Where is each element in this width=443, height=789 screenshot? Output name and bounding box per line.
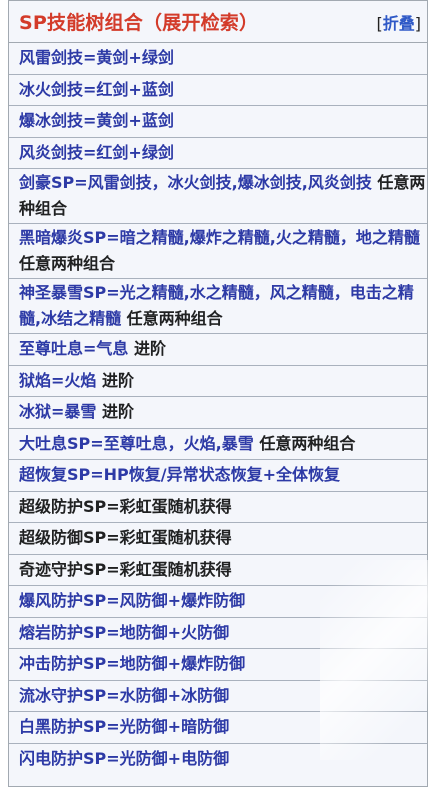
list-item[interactable]: 流冰守护SP=水防御+冰防御 [9,681,427,712]
collapse-toggle[interactable]: [折叠] [376,10,421,34]
combo-link[interactable]: 黑暗爆炎SP=暗之精髓,爆炸之精髓,火之精髓，地之精髓 [19,228,420,247]
combo-text: 神圣暴雪SP=光之精髓,水之精髓，风之精髓，电击之精髓,冰结之精髓 任意两种组合 [19,280,427,332]
combo-link[interactable]: 冲击防护SP=地防御+爆炸防御 [19,651,245,677]
list-item[interactable]: 风雷剑技=黄剑+绿剑 [9,43,427,75]
list-item[interactable]: 至尊吐息=气息 进阶 [9,334,427,366]
list-item[interactable]: 神圣暴雪SP=光之精髓,水之精髓，风之精髓，电击之精髓,冰结之精髓 任意两种组合 [9,279,427,334]
skill-combo-list: 风雷剑技=黄剑+绿剑 冰火剑技=红剑+蓝剑 爆冰剑技=黄剑+蓝剑 风炎剑技=红剑… [9,43,427,775]
combo-text: 大吐息SP=至尊吐息，火焰,暴雪 任意两种组合 [19,431,355,457]
combo-text: 奇迹守护SP=彩虹蛋随机获得 [19,559,232,579]
combo-link[interactable]: 流冰守护SP=水防御+冰防御 [19,683,229,709]
combo-note: 任意两种组合 [19,254,116,273]
panel-title: SP技能树组合（展开检索） [19,12,259,34]
list-item: 超级防护SP=彩虹蛋随机获得 [9,492,427,523]
combo-link[interactable]: 爆冰剑技=黄剑+蓝剑 [19,108,174,134]
list-item[interactable]: 黑暗爆炎SP=暗之精髓,爆炸之精髓,火之精髓，地之精髓 任意两种组合 [9,224,427,279]
combo-link[interactable]: 风雷剑技=黄剑+绿剑 [19,45,174,71]
list-item: 奇迹守护SP=彩虹蛋随机获得 [9,555,427,586]
panel-header: SP技能树组合（展开检索） [折叠] [9,1,427,43]
combo-note: 进阶 [128,339,166,359]
combo-link[interactable]: 狱焰=火焰 [19,371,96,390]
combo-text: 黑暗爆炎SP=暗之精髓,爆炸之精髓,火之精髓，地之精髓 任意两种组合 [19,225,427,277]
combo-text: 剑豪SP=风雷剑技，冰火剑技,爆冰剑技,风炎剑技 任意两种组合 [19,170,427,222]
combo-note: 进阶 [96,402,134,422]
list-item[interactable]: 爆风防护SP=风防御+爆炸防御 [9,586,427,618]
sp-skill-tree-panel: SP技能树组合（展开检索） [折叠] 风雷剑技=黄剑+绿剑 冰火剑技=红剑+蓝剑… [8,0,428,787]
list-item[interactable]: 闪电防护SP=光防御+电防御 [9,744,427,776]
list-item[interactable]: 爆冰剑技=黄剑+蓝剑 [9,106,427,138]
list-item[interactable]: 大吐息SP=至尊吐息，火焰,暴雪 任意两种组合 [9,429,427,460]
list-item[interactable]: 超恢复SP=HP恢复/异常状态恢复+全体恢复 [9,460,427,492]
combo-link[interactable]: 冰火剑技=红剑+蓝剑 [19,77,174,103]
combo-text: 冰狱=暴雪 进阶 [19,399,134,425]
combo-note: 任意两种组合 [253,433,356,453]
list-item[interactable]: 风炎剑技=红剑+绿剑 [9,138,427,169]
combo-text: 超级防御SP=彩虹蛋随机获得 [19,528,232,548]
combo-link[interactable]: 爆风防护SP=风防御+爆炸防御 [19,588,245,614]
list-item[interactable]: 白黑防护SP=光防御+暗防御 [9,712,427,744]
collapse-link[interactable]: 折叠 [383,14,415,33]
toggle-close-bracket: ] [414,13,421,33]
list-item[interactable]: 狱焰=火焰 进阶 [9,366,427,397]
combo-link[interactable]: 剑豪SP=风雷剑技，冰火剑技,爆冰剑技,风炎剑技 [19,173,372,192]
combo-link[interactable]: 白黑防护SP=光防御+暗防御 [19,714,229,740]
list-item[interactable]: 冰火剑技=红剑+蓝剑 [9,75,427,106]
list-item[interactable]: 冲击防护SP=地防御+爆炸防御 [9,649,427,681]
combo-link[interactable]: 至尊吐息=气息 [19,339,128,358]
combo-text: 狱焰=火焰 进阶 [19,368,134,394]
combo-text: 超级防护SP=彩虹蛋随机获得 [19,496,232,516]
combo-note: 任意两种组合 [121,309,223,328]
combo-link[interactable]: 冰狱=暴雪 [19,402,96,421]
combo-link[interactable]: 闪电防护SP=光防御+电防御 [19,746,229,772]
combo-link[interactable]: 风炎剑技=红剑+绿剑 [19,140,174,166]
combo-link[interactable]: 熔岩防护SP=地防御+火防御 [19,620,229,646]
list-item[interactable]: 冰狱=暴雪 进阶 [9,397,427,429]
combo-text: 至尊吐息=气息 进阶 [19,336,166,362]
list-item[interactable]: 剑豪SP=风雷剑技，冰火剑技,爆冰剑技,风炎剑技 任意两种组合 [9,169,427,224]
list-item: 超级防御SP=彩虹蛋随机获得 [9,523,427,555]
combo-note: 进阶 [96,370,134,390]
list-item[interactable]: 熔岩防护SP=地防御+火防御 [9,618,427,649]
combo-link[interactable]: 大吐息SP=至尊吐息，火焰,暴雪 [19,434,254,453]
combo-link[interactable]: 超恢复SP=HP恢复/异常状态恢复+全体恢复 [19,462,340,488]
